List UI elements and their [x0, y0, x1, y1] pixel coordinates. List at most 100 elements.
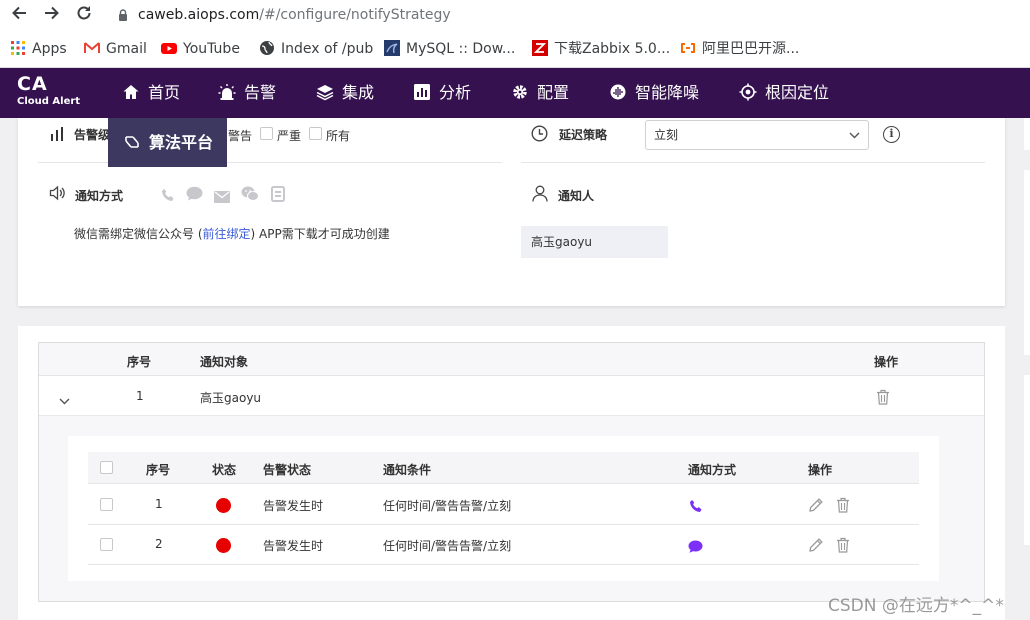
browser-address-bar: caweb.aiops.com/#/configure/notifyStrate… — [0, 0, 1030, 30]
bind-wechat-link[interactable]: 前往绑定 — [203, 227, 251, 241]
rule-table-header: 序号 状态 告警状态 通知条件 通知方式 操作 — [88, 452, 919, 484]
wechat-note: 微信需绑定微信公众号 (前往绑定) APP需下载才可成功创建 — [74, 225, 390, 242]
apps-grid-icon — [10, 40, 26, 56]
phone-icon[interactable] — [161, 187, 175, 206]
table-row[interactable]: 2 告警发生时 任何时间/警告告警/立刻 — [88, 525, 919, 565]
col-action-header: 操作 — [808, 463, 833, 477]
level-all-label: 所有 — [326, 129, 351, 143]
edit-icon[interactable] — [808, 537, 824, 557]
level-warning-label: 警告 — [228, 129, 253, 143]
algorithm-icon — [125, 136, 139, 148]
bookmark-apps[interactable]: Apps — [10, 39, 67, 59]
url-host: caweb.aiops.com — [138, 7, 260, 23]
bookmark-mysql[interactable]: MySQL :: Dow... — [384, 39, 515, 59]
menu-label: 分析 — [439, 83, 472, 102]
logo-subtitle: Cloud Alert — [17, 96, 81, 107]
delay-strategy-select[interactable]: 立刻 — [645, 120, 869, 150]
notify-person-tag[interactable]: 高玉gaoyu — [521, 226, 668, 258]
row-checkbox[interactable] — [100, 538, 113, 551]
row-alert-state: 告警发生时 — [263, 539, 324, 553]
trash-icon[interactable] — [836, 537, 850, 557]
bar-chart-icon — [49, 126, 65, 146]
bookmark-youtube[interactable]: YouTube — [161, 39, 240, 59]
mysql-icon — [384, 40, 400, 56]
clock-icon — [531, 125, 548, 146]
menu-label: 配置 — [537, 83, 570, 102]
col-index-header: 序号 — [127, 355, 152, 369]
lock-icon — [118, 2, 128, 31]
reload-icon[interactable] — [73, 4, 95, 26]
menu-item-alarm[interactable]: 告警 — [218, 81, 276, 105]
notify-person-label: 通知人 — [558, 189, 595, 203]
url-field[interactable]: caweb.aiops.com/#/configure/notifyStrate… — [108, 2, 1018, 28]
target-icon — [739, 83, 757, 101]
level-all-checkbox[interactable] — [309, 127, 322, 140]
table-row[interactable]: 1 告警发生时 任何时间/警告告警/立刻 — [88, 485, 919, 525]
trash-icon[interactable] — [876, 389, 890, 409]
app-header: CA Cloud Alert 首页 告警 集成 分析 配置 智能降噪 根因定位 — [0, 68, 1030, 118]
menu-item-config[interactable]: 配置 — [511, 81, 569, 105]
home-icon — [123, 85, 139, 99]
edit-icon[interactable] — [808, 497, 824, 517]
menu-label: 首页 — [148, 83, 181, 102]
trash-icon[interactable] — [836, 497, 850, 517]
gmail-icon — [84, 40, 100, 56]
email-icon[interactable] — [214, 188, 230, 207]
col-condition-header: 通知条件 — [383, 463, 432, 477]
status-dot — [216, 538, 231, 553]
wechat-icon[interactable] — [241, 186, 259, 206]
menu-item-integration[interactable]: 集成 — [316, 81, 374, 105]
logo-title: CA — [17, 73, 48, 95]
col-target-header: 通知对象 — [200, 355, 249, 369]
youtube-icon — [161, 40, 177, 56]
app-notification-icon[interactable] — [270, 186, 286, 206]
forward-arrow-icon[interactable] — [41, 4, 63, 26]
menu-item-home[interactable]: 首页 — [122, 81, 180, 105]
csdn-watermark: CSDN @在远方*^_^* — [828, 596, 1004, 616]
right-edge-panel — [1024, 375, 1030, 545]
back-arrow-icon[interactable] — [8, 4, 30, 26]
bookmark-label: Apps — [32, 41, 67, 57]
menu-item-noise-reduction[interactable]: 智能降噪 — [609, 81, 699, 105]
noise-icon — [610, 84, 626, 100]
menu-item-root-cause[interactable]: 根因定位 — [739, 81, 829, 105]
row-index: 2 — [155, 537, 163, 551]
notify-person-value: 高玉gaoyu — [531, 235, 593, 249]
menu-item-analysis[interactable]: 分析 — [413, 81, 471, 105]
bookmark-zabbix[interactable]: 下载Zabbix 5.0... — [532, 39, 670, 59]
bookmark-label: Index of /pub — [281, 41, 374, 57]
phone-icon — [689, 498, 703, 517]
algorithm-platform-button[interactable]: 算法平台 — [108, 118, 227, 167]
alert-level-label: 告警级 — [74, 128, 111, 142]
chevron-down-icon[interactable] — [59, 390, 70, 409]
table-header: 序号 通知对象 操作 — [39, 343, 984, 376]
col-alert-state-header: 告警状态 — [263, 463, 312, 477]
row-condition: 任何时间/警告告警/立刻 — [383, 499, 512, 513]
menu-label: 告警 — [244, 83, 277, 102]
row-checkbox[interactable] — [100, 498, 113, 511]
chevron-down-icon — [849, 121, 860, 150]
notify-method-label: 通知方式 — [75, 189, 124, 203]
bookmark-alibaba[interactable]: 阿里巴巴开源... — [680, 39, 799, 59]
delay-strategy-label: 延迟策略 — [559, 128, 608, 142]
layers-icon — [316, 85, 334, 101]
bookmark-index-of-pub[interactable]: Index of /pub — [259, 39, 373, 59]
url-path: /#/configure/notifyStrategy — [259, 7, 451, 23]
bookmark-label: 下载Zabbix 5.0... — [554, 41, 671, 57]
select-all-checkbox[interactable] — [100, 461, 113, 474]
logo[interactable]: CA Cloud Alert — [17, 75, 80, 107]
bookmark-gmail[interactable]: Gmail — [84, 39, 147, 59]
status-dot — [216, 498, 231, 513]
chat-bubble-icon — [688, 538, 703, 557]
right-edge-panel — [1024, 118, 1030, 150]
divider — [521, 162, 985, 163]
info-icon[interactable]: i — [883, 126, 900, 143]
level-critical-label: 严重 — [277, 129, 302, 143]
table-row[interactable]: 1 高玉gaoyu — [39, 376, 984, 416]
chat-bubble-icon[interactable] — [186, 186, 203, 205]
row-alert-state: 告警发生时 — [263, 499, 324, 513]
zabbix-icon — [532, 40, 548, 56]
level-critical-checkbox[interactable] — [260, 127, 273, 140]
right-edge-panel — [1024, 170, 1030, 355]
col-action-header: 操作 — [874, 355, 899, 369]
